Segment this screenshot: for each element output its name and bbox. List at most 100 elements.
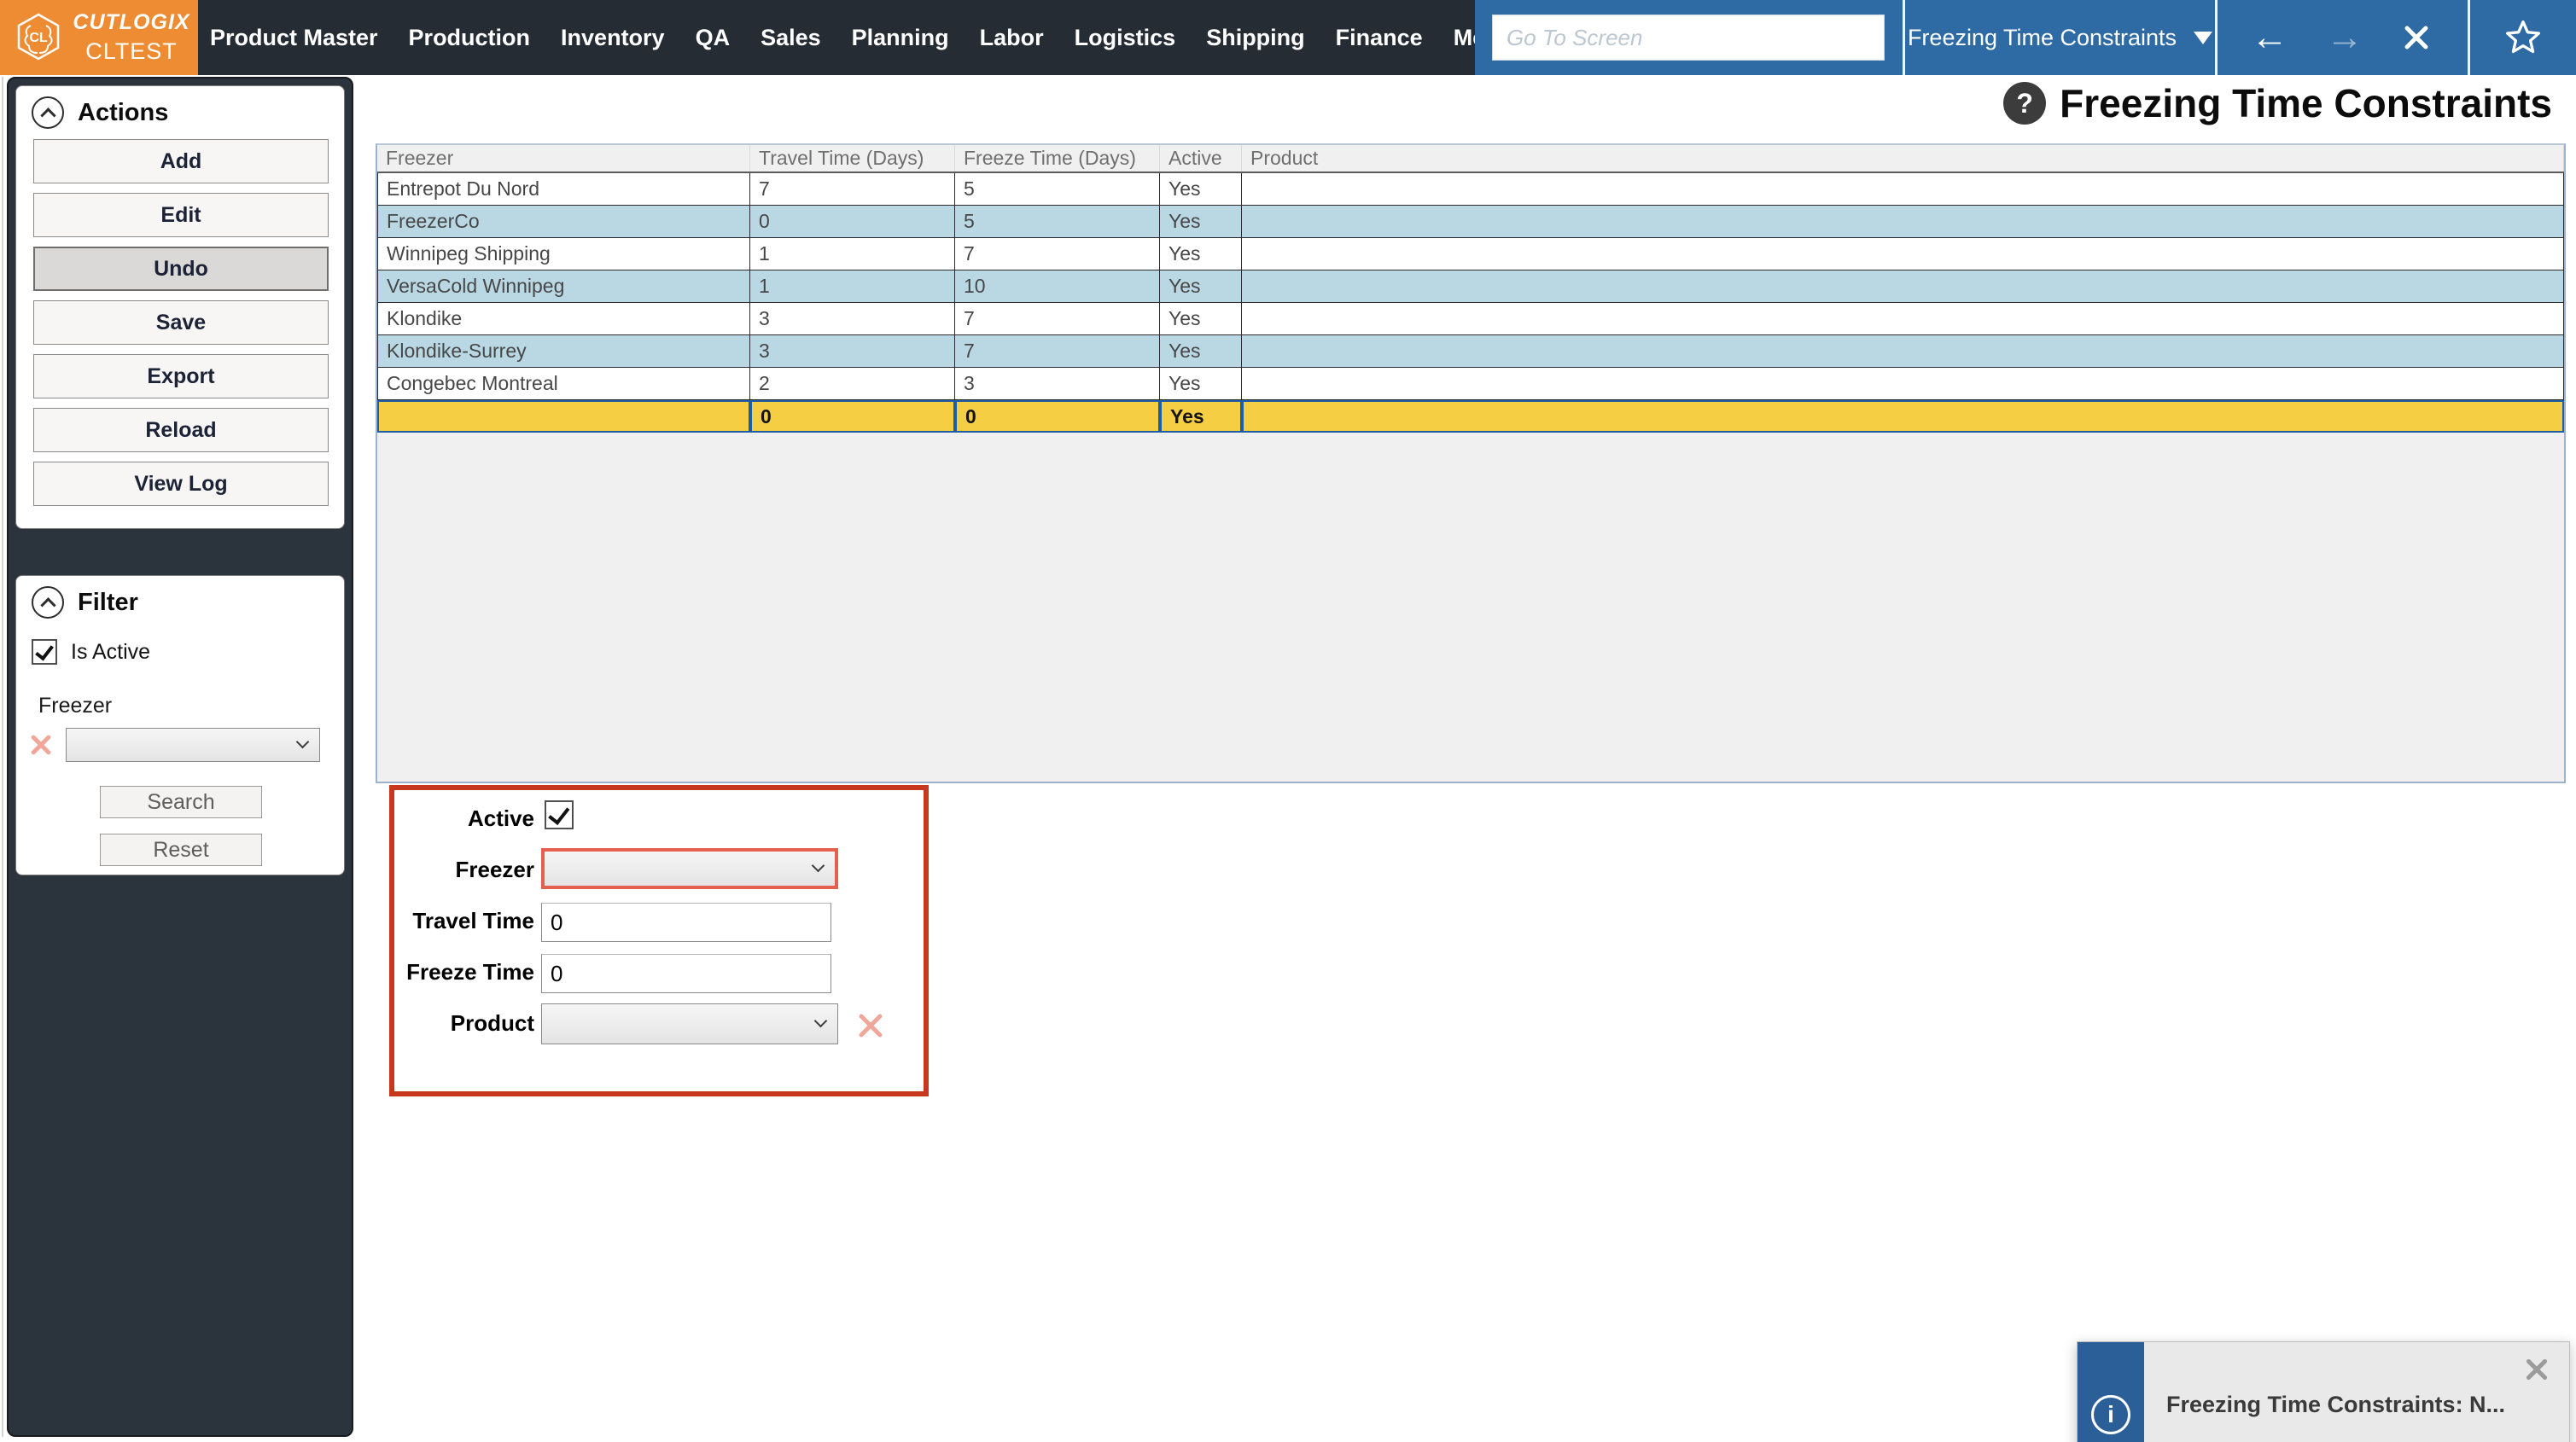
filter-panel: Filter Is Active Freezer Search Reset <box>15 575 345 875</box>
cell-freezer: Entrepot Du Nord <box>377 173 750 206</box>
product-dropdown[interactable] <box>541 1003 838 1044</box>
cell-freezer: Winnipeg Shipping <box>377 238 750 270</box>
cell-product <box>1242 335 2564 368</box>
cell-travel: 1 <box>750 270 955 303</box>
column-header-freezer[interactable]: Freezer <box>377 145 750 172</box>
cell-freezer: Congebec Montreal <box>377 368 750 400</box>
left-sidebar: Actions AddEditUndoSaveExportReloadView … <box>7 77 353 1437</box>
save-button[interactable]: Save <box>33 300 329 345</box>
chevron-up-icon <box>40 597 55 613</box>
product-label: Product <box>394 1010 534 1037</box>
close-screen-icon[interactable] <box>2401 22 2432 53</box>
cell-freezer: FreezerCo <box>377 206 750 238</box>
table-row[interactable]: Winnipeg Shipping17Yes <box>377 238 2564 270</box>
cell-freezer: Klondike <box>377 303 750 335</box>
window-edge-line <box>2 77 3 1437</box>
nav-item-planning[interactable]: Planning <box>852 25 949 51</box>
column-header-travel-time-days[interactable]: Travel Time (Days) <box>750 145 955 172</box>
cell-active: Yes <box>1160 400 1242 433</box>
cell-product <box>1242 238 2564 270</box>
cell-active: Yes <box>1160 238 1242 270</box>
nav-item-labor[interactable]: Labor <box>980 25 1044 51</box>
app-logo[interactable]: CL CUTLOGIX CLTEST <box>0 0 198 75</box>
edit-button[interactable]: Edit <box>33 193 329 237</box>
table-row[interactable]: Klondike-Surrey37Yes <box>377 335 2564 368</box>
navbar-menu: Product Master Production Inventory QA Sales… <box>210 0 1646 75</box>
add-button[interactable]: Add <box>33 139 329 183</box>
active-checkbox[interactable] <box>545 800 574 829</box>
table-row[interactable]: FreezerCo05Yes <box>377 206 2564 238</box>
notification-toast: i Freezing Time Constraints: N... <box>2077 1341 2570 1442</box>
nav-item-sales[interactable]: Sales <box>761 25 821 51</box>
cell-product <box>1242 368 2564 400</box>
export-button[interactable]: Export <box>33 354 329 398</box>
column-header-freeze-time-days[interactable]: Freeze Time (Days) <box>955 145 1160 172</box>
freezing-constraints-grid: FreezerTravel Time (Days)Freeze Time (Da… <box>376 143 2566 783</box>
nav-item-qa[interactable]: QA <box>696 25 731 51</box>
nav-item-logistics[interactable]: Logistics <box>1075 25 1176 51</box>
toast-message: Freezing Time Constraints: N... <box>2166 1392 2505 1418</box>
forward-arrow-icon[interactable]: → <box>2326 19 2363 56</box>
table-row[interactable]: Entrepot Du Nord75Yes <box>377 173 2564 206</box>
table-row[interactable]: VersaCold Winnipeg110Yes <box>377 270 2564 303</box>
column-header-product[interactable]: Product <box>1242 145 2564 172</box>
cell-freeze: 7 <box>955 238 1160 270</box>
table-row[interactable]: Congebec Montreal23Yes <box>377 368 2564 400</box>
search-button[interactable]: Search <box>100 786 262 818</box>
cell-travel: 3 <box>750 303 955 335</box>
freeze-time-input[interactable] <box>541 954 831 993</box>
column-header-active[interactable]: Active <box>1160 145 1242 172</box>
cell-active: Yes <box>1160 270 1242 303</box>
top-navbar: CL CUTLOGIX CLTEST Product MasterProduct… <box>0 0 2576 75</box>
goto-screen-input[interactable] <box>1492 15 1885 61</box>
collapse-actions-icon[interactable] <box>32 96 64 129</box>
reset-button[interactable]: Reset <box>100 834 262 866</box>
info-icon: i <box>2091 1395 2130 1434</box>
actions-buttons: Add Edit Undo Save Export Reload View Log <box>33 139 329 506</box>
clear-product-icon[interactable] <box>855 1010 886 1041</box>
help-icon[interactable]: ? <box>2003 82 2046 125</box>
toast-close-icon[interactable] <box>2523 1356 2550 1383</box>
screen-selector-label: Freezing Time Constraints <box>1908 25 2177 51</box>
cell-travel: 2 <box>750 368 955 400</box>
freezer-dropdown[interactable] <box>541 848 838 889</box>
cell-freezer: VersaCold Winnipeg <box>377 270 750 303</box>
cell-freeze: 10 <box>955 270 1160 303</box>
is-active-label: Is Active <box>71 640 150 665</box>
cell-travel: 7 <box>750 173 955 206</box>
environment-name: CLTEST <box>72 38 191 65</box>
freezer-filter-dropdown[interactable] <box>66 728 320 762</box>
table-row-new[interactable]: 00Yes <box>377 400 2564 433</box>
freeze-time-label: Freeze Time <box>394 959 534 986</box>
table-row[interactable]: Klondike37Yes <box>377 303 2564 335</box>
cell-product <box>1242 303 2564 335</box>
page-title: Freezing Time Constraints <box>2060 80 2552 126</box>
favorite-star-icon[interactable] <box>2470 0 2576 75</box>
nav-item-shipping[interactable]: Shipping <box>1206 25 1304 51</box>
travel-time-input[interactable] <box>541 903 831 942</box>
nav-item-product-master[interactable]: Product Master <box>210 25 378 51</box>
cell-product <box>1242 173 2564 206</box>
nav-item-inventory[interactable]: Inventory <box>561 25 665 51</box>
filter-panel-title: Filter <box>78 589 138 617</box>
is-active-checkbox[interactable] <box>32 639 57 665</box>
undo-button[interactable]: Undo <box>33 247 329 291</box>
clear-freezer-filter-icon[interactable] <box>28 732 54 758</box>
chevron-down-icon <box>812 859 825 873</box>
nav-item-production[interactable]: Production <box>409 25 531 51</box>
brain-logo-icon: CL <box>14 12 63 61</box>
view-log-button[interactable]: View Log <box>33 462 329 506</box>
cell-product <box>1242 206 2564 238</box>
cell-active: Yes <box>1160 303 1242 335</box>
cell-freeze: 7 <box>955 303 1160 335</box>
cell-travel: 1 <box>750 238 955 270</box>
cell-active: Yes <box>1160 368 1242 400</box>
nav-item-finance[interactable]: Finance <box>1336 25 1423 51</box>
chevron-down-icon <box>296 736 310 749</box>
reload-button[interactable]: Reload <box>33 408 329 452</box>
cell-freezer <box>377 400 750 433</box>
back-arrow-icon[interactable]: ← <box>2251 19 2288 56</box>
collapse-filter-icon[interactable] <box>32 586 64 619</box>
screen-selector-dropdown[interactable]: Freezing Time Constraints <box>1905 0 2215 75</box>
cell-freeze: 5 <box>955 206 1160 238</box>
